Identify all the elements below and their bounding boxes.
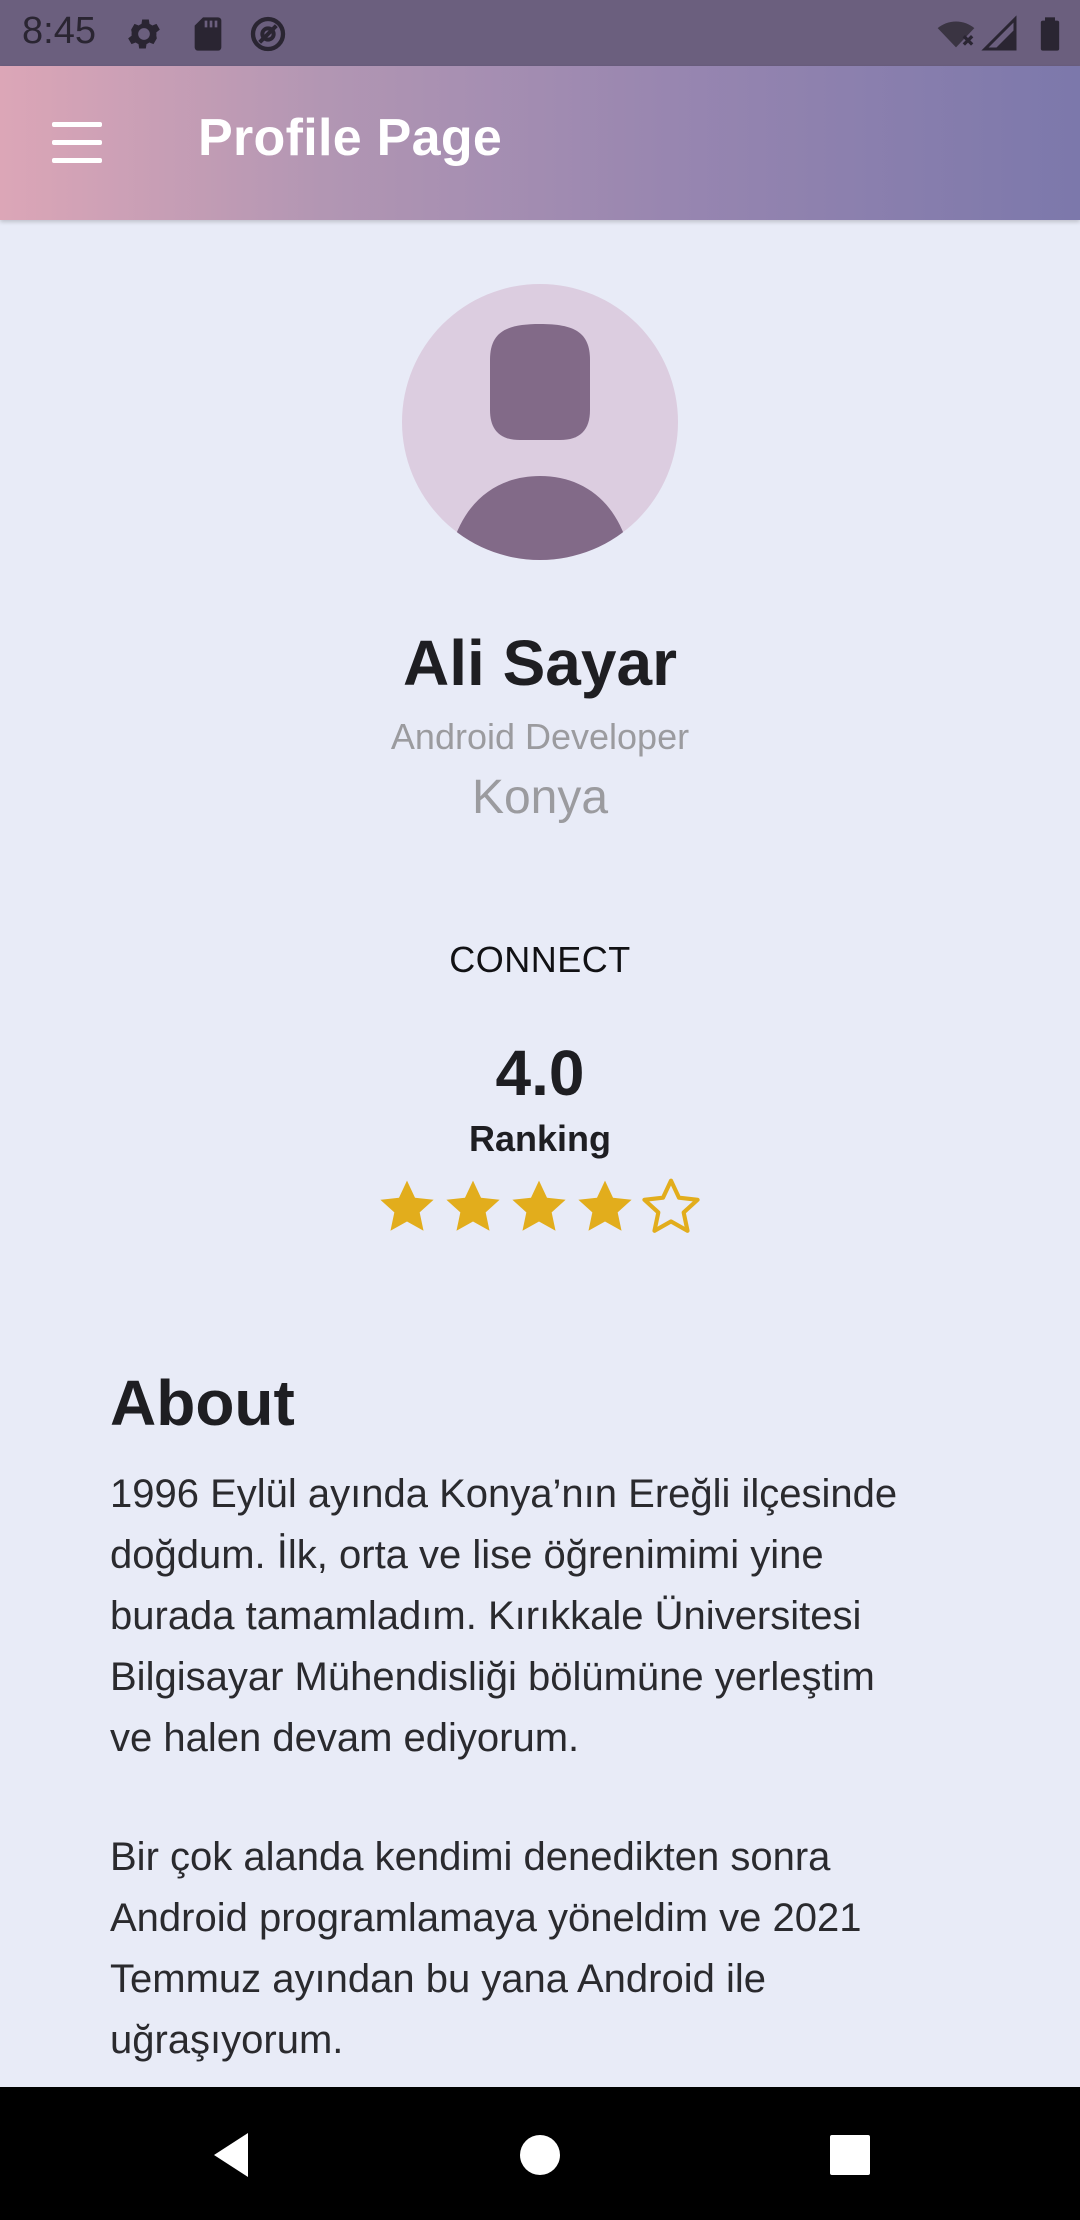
star-empty-icon (640, 1176, 702, 1238)
avatar (402, 284, 678, 560)
profile-city: Konya (471, 771, 609, 824)
status-bar: 8:45 (0, 0, 1080, 66)
sd-card-icon (188, 14, 228, 54)
gear-icon (124, 14, 164, 54)
signal-icon (980, 14, 1020, 54)
home-button[interactable] (508, 2123, 572, 2187)
wifi-off-icon (936, 14, 976, 54)
star-filled-icon (574, 1176, 636, 1238)
about-paragraph: 1996 Eylül ayında Konya’nın Ereğli ilçes… (110, 1472, 898, 1760)
home-circle-icon (520, 2135, 560, 2175)
star-rating (376, 1176, 706, 1240)
connect-button[interactable]: CONNECT (420, 928, 660, 992)
star-filled-icon (376, 1176, 438, 1238)
back-triangle-icon (214, 2133, 248, 2177)
rating-label: Ranking (468, 1118, 611, 1159)
recents-square-icon (830, 2135, 870, 2175)
star-filled-icon (442, 1176, 504, 1238)
page-title: Profile Page (198, 109, 503, 167)
at-sign-icon (248, 14, 288, 54)
back-button[interactable] (206, 2123, 270, 2187)
profile-role: Android Developer (390, 716, 690, 757)
profile-name: Ali Sayar (403, 627, 677, 699)
about-heading: About (110, 1367, 295, 1439)
status-time: 8:45 (22, 10, 96, 52)
about-paragraph: Bir çok alanda kendimi denedikten sonra … (110, 1835, 862, 2062)
app-bar: Profile Page (0, 66, 1080, 220)
navigation-bar (0, 2087, 1080, 2220)
recents-button[interactable] (818, 2123, 882, 2187)
rating-value: 4.0 (495, 1037, 585, 1109)
person-icon (452, 324, 628, 560)
battery-icon (1030, 14, 1070, 54)
star-filled-icon (508, 1176, 570, 1238)
menu-button[interactable] (36, 110, 118, 176)
